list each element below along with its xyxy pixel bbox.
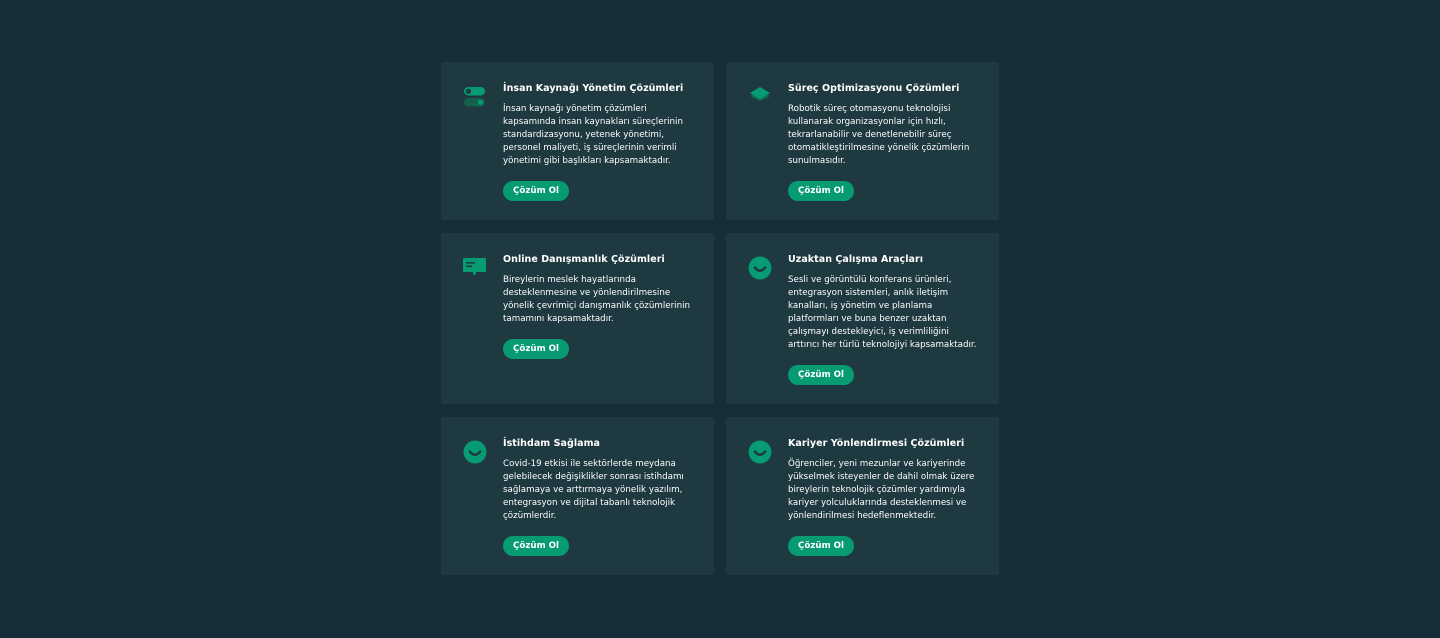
card-description: Robotik süreç otomasyonu teknolojisi kul… bbox=[788, 104, 970, 166]
cozum-ol-button[interactable]: Çözüm Ol bbox=[503, 181, 570, 201]
card-title: Uzaktan Çalışma Araçları bbox=[788, 254, 924, 265]
card-content: Süreç Optimizasyonu Çözümleri Robotik sü… bbox=[788, 82, 979, 201]
card-description: İnsan kaynağı yönetim çözümleri kapsamın… bbox=[503, 104, 683, 166]
card-title: İnsan Kaynağı Yönetim Çözümleri bbox=[503, 83, 684, 94]
solutions-row: İstihdam Sağlama Covid-19 etkisi ile sek… bbox=[441, 417, 999, 575]
cozum-ol-button[interactable]: Çözüm Ol bbox=[503, 339, 570, 359]
cozum-ol-button[interactable]: Çözüm Ol bbox=[788, 536, 855, 556]
card-title: İstihdam Sağlama bbox=[503, 438, 600, 449]
card-description: Öğrenciler, yeni mezunlar ve kariyerinde… bbox=[788, 459, 975, 521]
layers-icon bbox=[748, 85, 772, 109]
card-description: Bireylerin meslek hayatlarında desteklen… bbox=[503, 275, 690, 324]
cozum-ol-button[interactable]: Çözüm Ol bbox=[788, 181, 855, 201]
solution-card-remote-work-tools: Uzaktan Çalışma Araçları Sesli ve görünt… bbox=[726, 233, 999, 404]
card-content: Uzaktan Çalışma Araçları Sesli ve görünt… bbox=[788, 253, 979, 385]
solution-card-online-consulting: Online Danışmanlık Çözümleri Bireylerin … bbox=[441, 233, 714, 404]
solution-card-hr-management: İnsan Kaynağı Yönetim Çözümleri İnsan ka… bbox=[441, 62, 714, 220]
solutions-grid: İnsan Kaynağı Yönetim Çözümleri İnsan ka… bbox=[441, 62, 999, 588]
cozum-ol-button[interactable]: Çözüm Ol bbox=[503, 536, 570, 556]
card-description: Sesli ve görüntülü konferans ürünleri, e… bbox=[788, 275, 977, 350]
solution-card-employment: İstihdam Sağlama Covid-19 etkisi ile sek… bbox=[441, 417, 714, 575]
smile-icon bbox=[463, 440, 487, 464]
card-content: Kariyer Yönlendirmesi Çözümleri Öğrencil… bbox=[788, 437, 979, 556]
cozum-ol-button[interactable]: Çözüm Ol bbox=[788, 365, 855, 385]
solutions-row: Online Danışmanlık Çözümleri Bireylerin … bbox=[441, 233, 999, 404]
card-title: Kariyer Yönlendirmesi Çözümleri bbox=[788, 438, 965, 449]
solution-card-career-guidance: Kariyer Yönlendirmesi Çözümleri Öğrencil… bbox=[726, 417, 999, 575]
card-description: Covid-19 etkisi ile sektörlerde meydana … bbox=[503, 459, 684, 521]
card-content: Online Danışmanlık Çözümleri Bireylerin … bbox=[503, 253, 694, 382]
smile-icon bbox=[748, 440, 772, 464]
monitor-icon bbox=[463, 256, 487, 280]
card-title: Süreç Optimizasyonu Çözümleri bbox=[788, 83, 960, 94]
solution-card-process-optimization: Süreç Optimizasyonu Çözümleri Robotik sü… bbox=[726, 62, 999, 220]
card-content: İnsan Kaynağı Yönetim Çözümleri İnsan ka… bbox=[503, 82, 694, 201]
solutions-row: İnsan Kaynağı Yönetim Çözümleri İnsan ka… bbox=[441, 62, 999, 220]
card-content: İstihdam Sağlama Covid-19 etkisi ile sek… bbox=[503, 437, 694, 556]
smile-icon bbox=[748, 256, 772, 280]
toggle-switch-icon bbox=[463, 85, 487, 109]
card-title: Online Danışmanlık Çözümleri bbox=[503, 254, 665, 265]
